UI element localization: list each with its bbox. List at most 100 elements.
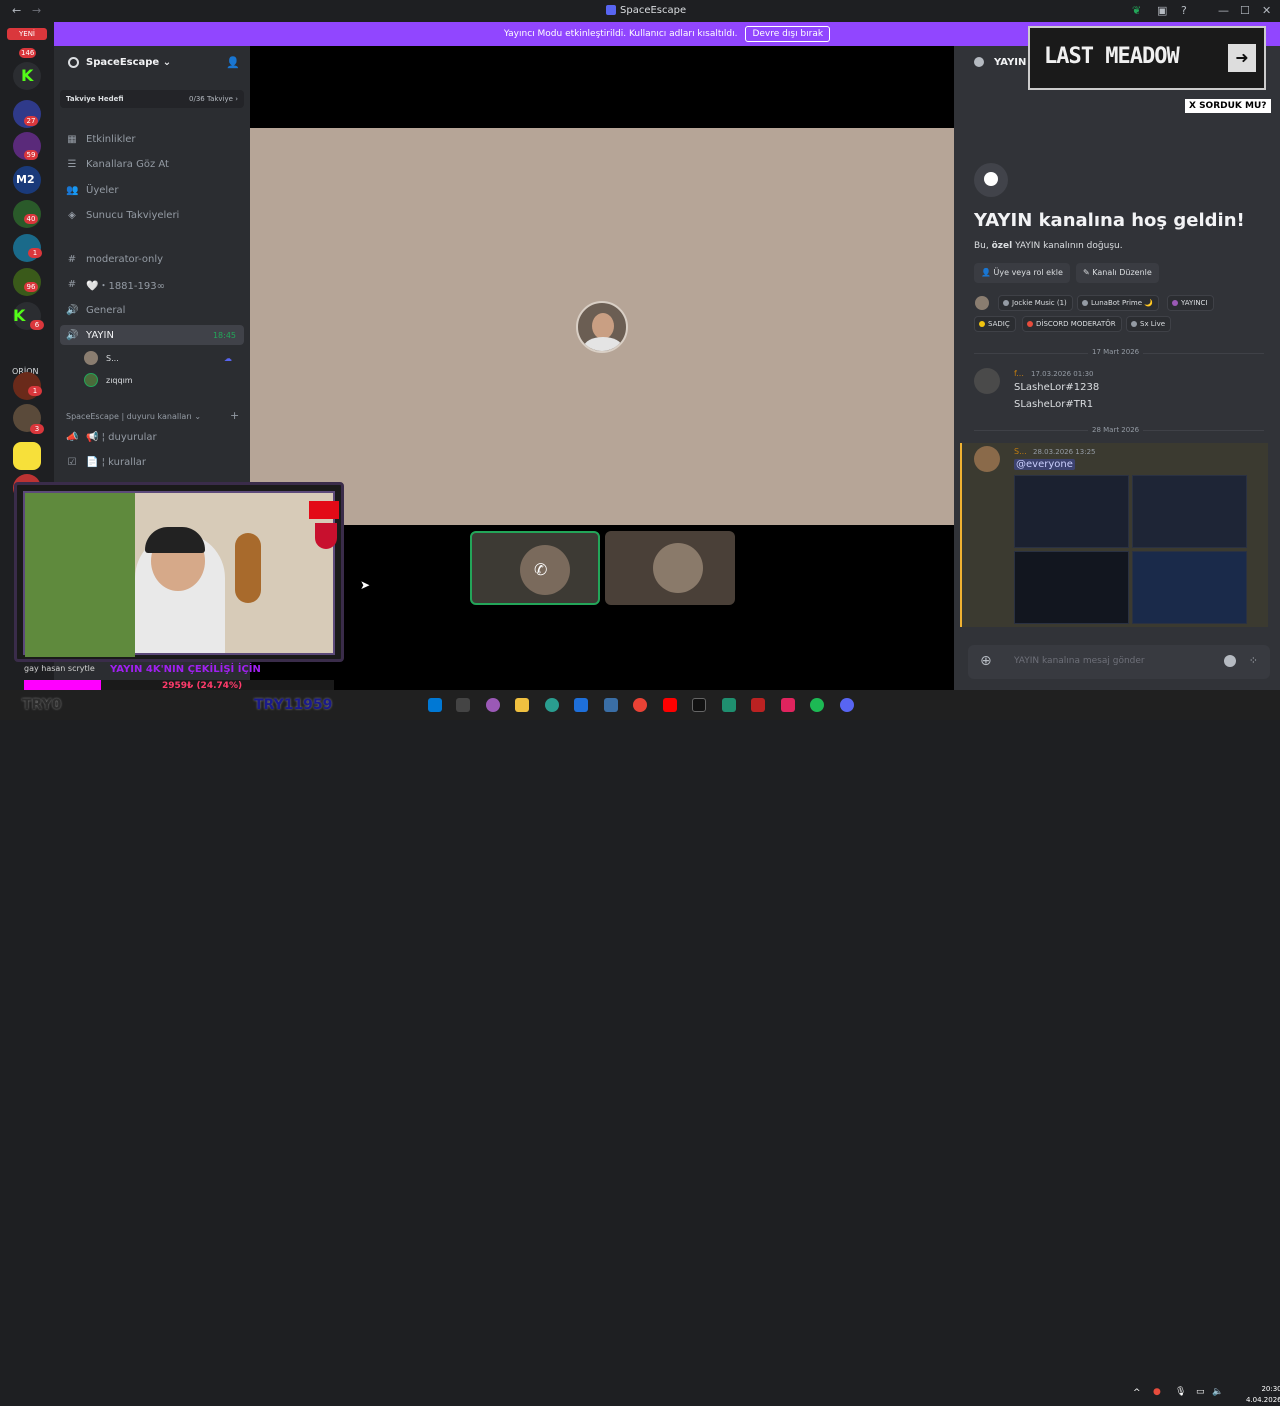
participant-tile[interactable]: ✆ (470, 531, 600, 605)
webcam-overlay (14, 482, 344, 662)
image-attachment[interactable] (1014, 475, 1129, 548)
copilot-icon[interactable] (486, 698, 500, 712)
channel-1881[interactable]: # 🤍・1881-193∞ (60, 274, 244, 294)
plus-icon[interactable]: ⊕ (980, 653, 992, 669)
message-text: SLasheLor#1238 (1014, 382, 1100, 393)
hash-icon: # (67, 253, 77, 265)
app-icon[interactable] (722, 698, 736, 712)
focused-video-tile[interactable] (250, 128, 954, 525)
role-chip[interactable]: SADIÇ (974, 316, 1016, 332)
message-text: SLasheLor#TR1 (1014, 399, 1094, 410)
role-chip[interactable]: YAYINCI (1167, 295, 1214, 311)
channel-kurallar[interactable]: ☑ 📄 ¦ kurallar (60, 452, 244, 472)
obs-icon[interactable] (692, 698, 706, 712)
maximize-icon[interactable]: ☐ (1240, 4, 1250, 17)
server-icon[interactable]: K (13, 62, 41, 90)
voice-user[interactable]: S... ☁ (84, 349, 232, 367)
currency-right: TRY11959 (254, 697, 333, 713)
emoji-icon[interactable] (1224, 655, 1236, 667)
nav-members[interactable]: 👥 Üyeler (60, 180, 244, 200)
avatar[interactable] (974, 368, 1000, 394)
close-icon[interactable]: ✕ (1262, 4, 1271, 17)
mention-badge: 6 (30, 320, 44, 330)
ad-title: LAST MEADOW (1044, 44, 1180, 69)
image-attachment[interactable] (1132, 475, 1247, 548)
mention-badge: 96 (24, 282, 38, 292)
channel-duyurular[interactable]: 📣 📢 ¦ duyurular (60, 427, 244, 447)
banner-text: Yayıncı Modu etkinleştirildi. Kullanıcı … (503, 29, 738, 39)
nav-browse-channels[interactable]: ☰ Kanallara Göz At (60, 154, 244, 174)
image-attachment[interactable] (1014, 551, 1129, 624)
volume-icon[interactable]: 🔈 (1212, 1387, 1223, 1397)
donation-goal-title: YAYIN 4K'NIN ÇEKİLİŞİ İÇİN (110, 664, 261, 675)
boost-goal-value: 0/36 Takviye › (189, 95, 238, 103)
network-icon[interactable]: ▭ (1196, 1387, 1205, 1397)
leaf-icon[interactable]: ❦ (1132, 4, 1141, 17)
role-chip[interactable]: Jockie Music (1) (998, 295, 1073, 311)
chevron-up-icon[interactable]: ^ (1133, 1388, 1141, 1398)
message-author[interactable]: S... (1014, 447, 1027, 456)
user-add-icon: 👤 (981, 268, 991, 277)
channel-moderator-only[interactable]: # moderator-only (60, 249, 244, 269)
ad-tag: X SORDUK MU? (1185, 99, 1271, 113)
forward-arrow-icon[interactable]: → (32, 4, 41, 17)
mention-badge: 27 (24, 116, 38, 126)
add-channel-icon[interactable]: + (230, 409, 239, 422)
server-icon[interactable]: M2 (13, 166, 41, 194)
edge-icon[interactable] (545, 698, 559, 712)
chat-bubble-icon (974, 57, 984, 67)
windows-start-icon[interactable] (428, 698, 442, 712)
back-arrow-icon[interactable]: ← (12, 4, 21, 17)
stream-chat-line: gay hasan scrytle (24, 664, 95, 673)
nav-events[interactable]: ▦ Etkinlikler (60, 129, 244, 149)
avatar[interactable] (974, 446, 1000, 472)
mention-badge: 3 (30, 424, 44, 434)
taskbar: ^ ● 🎙 ▭ 🔈 20:30 4.04.2026 (0, 690, 1280, 1404)
mention-badge: 1 (28, 248, 42, 258)
message-input-placeholder: YAYIN kanalına mesaj gönder (1014, 656, 1145, 666)
discord-icon[interactable] (840, 698, 854, 712)
server-header[interactable]: SpaceEscape ⌄ 👤 (54, 46, 250, 80)
nav-server-boosts[interactable]: ◈ Sunucu Takviyeleri (60, 205, 244, 225)
server-icon[interactable] (13, 442, 41, 470)
message-author[interactable]: f... (1014, 369, 1024, 378)
microphone-icon[interactable]: 🎙 (1175, 1387, 1186, 1397)
app-icon[interactable] (781, 698, 795, 712)
participant-tile[interactable] (605, 531, 735, 605)
flag-icon (309, 501, 339, 519)
chrome-icon[interactable] (633, 698, 647, 712)
speaker-icon: 🔊 (66, 304, 79, 316)
everyone-mention[interactable]: @everyone (1014, 459, 1075, 470)
file-explorer-icon[interactable] (515, 698, 529, 712)
edit-channel-button[interactable]: ✎ Kanalı Düzenle (1076, 263, 1159, 283)
help-icon[interactable]: ? (1181, 4, 1187, 17)
add-member-role-button[interactable]: 👤 Üye veya rol ekle (974, 263, 1070, 283)
apps-icon[interactable]: ⁘ (1249, 654, 1258, 667)
inbox-icon[interactable]: ▣ (1157, 4, 1167, 17)
mouse-cursor-icon: ➤ (360, 578, 371, 592)
message-timestamp: 28.03.2026 13:25 (1033, 448, 1096, 456)
minimize-icon[interactable]: — (1218, 4, 1229, 17)
role-chip[interactable]: Sx Live (1126, 316, 1172, 332)
message-input[interactable]: ⊕ YAYIN kanalına mesaj gönder ⁘ (968, 645, 1270, 679)
store-icon[interactable] (574, 698, 588, 712)
chevron-down-icon: ⌄ (194, 412, 202, 421)
spotify-icon[interactable] (810, 698, 824, 712)
channel-general[interactable]: 🔊 General (60, 300, 244, 320)
boost-goal[interactable]: Takviye Hedefi 0/36 Takviye › (60, 90, 244, 108)
role-chip[interactable]: LunaBot Prime 🌙 (1077, 295, 1159, 311)
mail-icon[interactable] (604, 698, 618, 712)
youtube-icon[interactable] (663, 698, 677, 712)
disable-streamer-mode-button[interactable]: Devre dışı bırak (745, 26, 831, 42)
task-view-icon[interactable] (456, 698, 470, 712)
category-header[interactable]: SpaceEscape | duyuru kanalları ⌄ (66, 412, 201, 421)
invite-icon[interactable]: 👤 (226, 56, 240, 69)
app-icon[interactable] (751, 698, 765, 712)
role-chip[interactable]: DİSCORD MODERATÖR (1022, 316, 1122, 332)
system-clock[interactable]: 20:30 4.04.2026 (1246, 1384, 1280, 1406)
channel-yayin[interactable]: 🔊 YAYIN 18:45 (60, 325, 244, 345)
image-attachment[interactable] (1132, 551, 1247, 624)
voice-user[interactable]: zıqqım (84, 371, 133, 389)
tray-icon[interactable]: ● (1153, 1387, 1161, 1397)
title-bar: ← → SpaceEscape ❦ ▣ ? — ☐ ✕ (0, 0, 1280, 22)
